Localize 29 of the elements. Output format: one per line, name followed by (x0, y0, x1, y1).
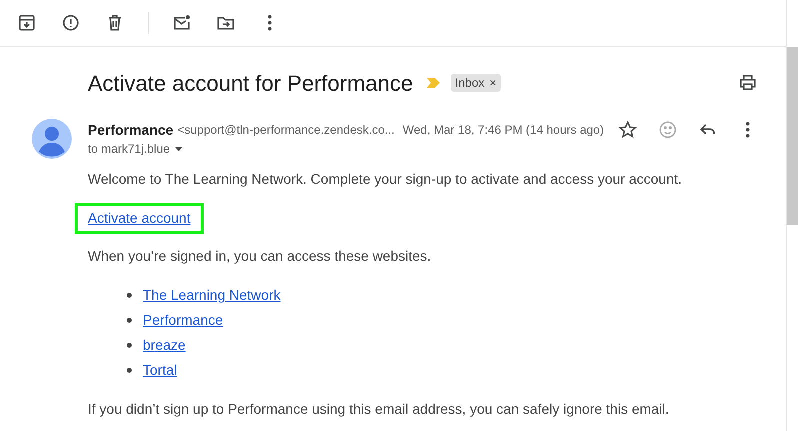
archive-icon (17, 13, 37, 33)
mail-dot-icon (172, 13, 192, 33)
bullet-icon (127, 368, 132, 373)
scrollbar[interactable] (786, 0, 798, 431)
intro-paragraph: Welcome to The Learning Network. Complete your sign-up to activate and access your account. (88, 170, 684, 189)
sender-email: <support@tln-performance.zendesk.co... (178, 122, 395, 139)
more-icon[interactable] (746, 122, 750, 138)
website-link[interactable]: breaze (143, 335, 186, 356)
website-link[interactable]: Performance (143, 310, 224, 331)
bullet-icon (127, 343, 132, 348)
recipient-dropdown[interactable]: to mark71j.blue (88, 140, 184, 158)
bullet-icon (127, 293, 132, 298)
label-text: Inbox (455, 75, 485, 92)
important-marker-icon[interactable] (427, 78, 442, 88)
scrollbar-thumb[interactable] (787, 47, 798, 225)
website-link[interactable]: The Learning Network (143, 285, 281, 306)
websites-paragraph: When you’re signed in, you can access these websites. (88, 247, 432, 266)
star-icon[interactable] (618, 120, 638, 140)
email-subject: Activate account for Performance (88, 70, 414, 98)
email-time: Wed, Mar 18, 7:46 PM (14 hours ago) (402, 122, 604, 139)
label-remove-button[interactable]: × (490, 77, 497, 89)
print-icon[interactable] (738, 73, 758, 93)
footer-paragraph: If you didn’t sign up to Performance using this email address, you can safely ignore this email. (88, 400, 670, 419)
more-icon (268, 15, 272, 31)
bullet-icon (127, 318, 132, 323)
sender-name: Performance (88, 120, 174, 140)
alert-icon (61, 13, 81, 33)
website-link[interactable]: Tortal (143, 360, 178, 381)
avatar-icon (32, 119, 72, 159)
